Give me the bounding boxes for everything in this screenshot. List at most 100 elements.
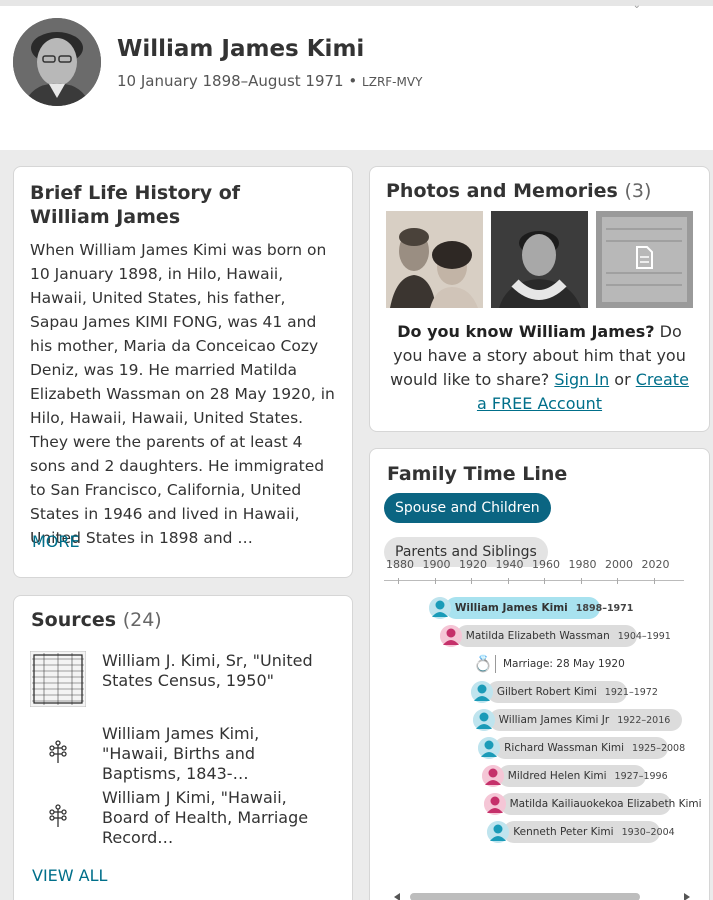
timeline-tick-label: 1900 <box>422 558 451 571</box>
photos-count: (3) <box>624 180 652 202</box>
source-item[interactable]: William J Kimi, "Hawaii, Board of Health… <box>30 788 322 848</box>
sources-card: Sources (24) William J. Kimi, Sr, "Unite… <box>13 595 353 900</box>
timeline-person-row[interactable]: William James Kimi 1898–1971 <box>384 597 709 619</box>
more-link[interactable]: MORE <box>32 532 80 551</box>
sources-title: Sources (24) <box>31 608 162 632</box>
timeline-person-name: Mildred Helen Kimi <box>507 770 607 782</box>
timeline-tick-label: 1940 <box>495 558 524 571</box>
timeline-tick <box>434 578 436 584</box>
timeline-tick <box>580 578 582 584</box>
male-person-icon <box>487 821 510 843</box>
tree-icon <box>30 724 86 780</box>
life-history-title: Brief Life History of William James <box>30 182 241 228</box>
timeline-person-row[interactable]: William James Kimi Jr 1922–2016 <box>384 709 709 731</box>
timeline-person-name: William James Kimi Jr <box>498 714 610 726</box>
share-prompt: Do you know William James? Do you have a… <box>386 320 693 416</box>
source-title: William J Kimi, "Hawaii, Board of Health… <box>102 788 309 847</box>
timeline-tick <box>398 578 399 584</box>
timeline-lifespan-bar: William James Kimi 1898–1971 <box>444 597 633 619</box>
sources-count: (24) <box>122 609 162 631</box>
timeline-lifespan-bar: Matilda Elizabeth Wassman 1904–1991 <box>455 625 671 647</box>
life-history-card: Brief Life History of William James When… <box>13 166 353 578</box>
timeline-person-years: 1927–1996 <box>614 771 668 782</box>
life-dates: 10 January 1898–August 1971 <box>117 72 344 90</box>
tree-icon <box>30 788 86 844</box>
census-document-thumbnail <box>30 651 86 707</box>
timeline-tick <box>471 578 472 584</box>
male-person-icon <box>478 737 501 759</box>
sources-label: Sources <box>31 609 117 631</box>
avatar[interactable] <box>13 18 101 106</box>
timeline-person-name: Kenneth Peter Kimi <box>513 826 614 838</box>
photos-label: Photos and Memories <box>386 180 618 202</box>
document-thumbnail[interactable] <box>596 211 693 308</box>
timeline-person-row[interactable]: Gilbert Robert Kimi 1921–1972 <box>384 681 709 703</box>
person-id[interactable]: LZRF-MVY <box>362 75 422 89</box>
source-title: William James Kimi, "Hawaii, Births and … <box>102 724 260 783</box>
timeline-person-years: 1925–2008 <box>632 743 686 754</box>
timeline-person-name: Gilbert Robert Kimi <box>496 686 597 698</box>
timeline-lifespan-bar: William James Kimi Jr 1922–2016 <box>488 709 683 731</box>
timeline-person-years: 1904–1991 <box>617 631 671 642</box>
timeline-tick-label: 2020 <box>641 558 670 571</box>
timeline-axis <box>384 580 684 581</box>
timeline-tick-label: 1980 <box>568 558 597 571</box>
photos-card: Photos and Memories (3) Do you know Will… <box>369 166 710 432</box>
timeline-person-row[interactable]: Matilda Elizabeth Wassman 1904–1991 <box>384 625 709 647</box>
female-person-icon <box>483 793 506 815</box>
marriage-label: Marriage: 28 May 1920 <box>503 658 625 670</box>
female-person-icon <box>439 625 462 647</box>
timeline-tick-label: 1880 <box>386 558 414 571</box>
person-header: ⌄ William James Kimi 10 January 1898–Aug… <box>0 0 713 150</box>
person-dates-row: 10 January 1898–August 1971 • LZRF-MVY <box>117 72 422 90</box>
timeline-lifespan-bar: Richard Wassman Kimi 1925–2008 <box>494 737 685 759</box>
timeline-chart: 1880 1900 1920 1940 1960 1980 2000 2020 William … <box>384 554 702 864</box>
timeline-tick-label: 2000 <box>605 558 633 571</box>
or-text: or <box>609 370 636 389</box>
timeline-tick-label: 1920 <box>459 558 487 571</box>
timeline-lifespan-bar: Matilda Kailiauokekoa Elizabeth Kimi1 <box>499 793 702 815</box>
ring-icon: 💍 <box>473 654 493 673</box>
timeline-person-years: 1922–2016 <box>617 715 671 726</box>
timeline-person-years: 1930–2004 <box>621 827 675 838</box>
timeline-person-row[interactable]: Matilda Kailiauokekoa Elizabeth Kimi1 <box>384 793 709 815</box>
timeline-person-row[interactable]: Kenneth Peter Kimi 1930–2004 <box>384 821 709 843</box>
marriage-divider <box>495 655 496 673</box>
timeline-tick <box>507 578 509 584</box>
timeline-title: Family Time Line <box>387 463 568 485</box>
photo-thumbnail[interactable] <box>386 211 483 308</box>
timeline-lifespan-bar: Mildred Helen Kimi 1927–1996 <box>497 765 668 787</box>
timeline-person-name: Matilda Kailiauokekoa Elizabeth Kimi <box>509 798 702 810</box>
timeline-person-name: Matilda Elizabeth Wassman <box>465 630 610 642</box>
life-history-text: When William James Kimi was born on 10 J… <box>30 241 335 547</box>
person-name: William James Kimi <box>117 36 365 62</box>
timeline-person-name: Richard Wassman Kimi <box>504 742 625 754</box>
timeline-tick <box>617 578 618 584</box>
photos-title: Photos and Memories (3) <box>386 179 693 203</box>
timeline-person-row[interactable]: Richard Wassman Kimi 1925–2008 <box>384 737 709 759</box>
source-item[interactable]: William James Kimi, "Hawaii, Births and … <box>30 724 322 784</box>
photo-thumbnail[interactable] <box>491 211 588 308</box>
male-person-icon <box>472 709 495 731</box>
male-person-icon <box>470 681 493 703</box>
timeline-tick-label: 1960 <box>532 558 560 571</box>
timeline-person-row[interactable]: Mildred Helen Kimi 1927–1996 <box>384 765 709 787</box>
tab-spouse-children[interactable]: Spouse and Children <box>384 493 551 523</box>
view-all-link[interactable]: VIEW ALL <box>32 866 107 885</box>
timeline-marriage-row[interactable]: 💍 Marriage: 28 May 1920 <box>384 653 709 675</box>
male-person-icon <box>428 597 451 619</box>
source-item[interactable]: William J. Kimi, Sr, "United States Cens… <box>30 651 322 707</box>
horizontal-scrollbar[interactable] <box>392 891 692 900</box>
timeline-person-years: 1898–1971 <box>575 603 634 614</box>
sign-in-link[interactable]: Sign In <box>554 370 609 389</box>
timeline-person-years: 1921–1972 <box>604 687 658 698</box>
photo-strip <box>386 211 693 308</box>
chevron-icon: ⌄ <box>632 0 641 11</box>
timeline-tick <box>544 578 545 584</box>
timeline-tick <box>653 578 655 584</box>
timeline-lifespan-bar: Kenneth Peter Kimi 1930–2004 <box>503 821 675 843</box>
timeline-person-name: William James Kimi <box>454 602 568 614</box>
source-title: William J. Kimi, Sr, "United States Cens… <box>102 651 313 690</box>
timeline-card: Family Time Line Spouse and Children Par… <box>369 448 710 900</box>
female-person-icon <box>481 765 504 787</box>
